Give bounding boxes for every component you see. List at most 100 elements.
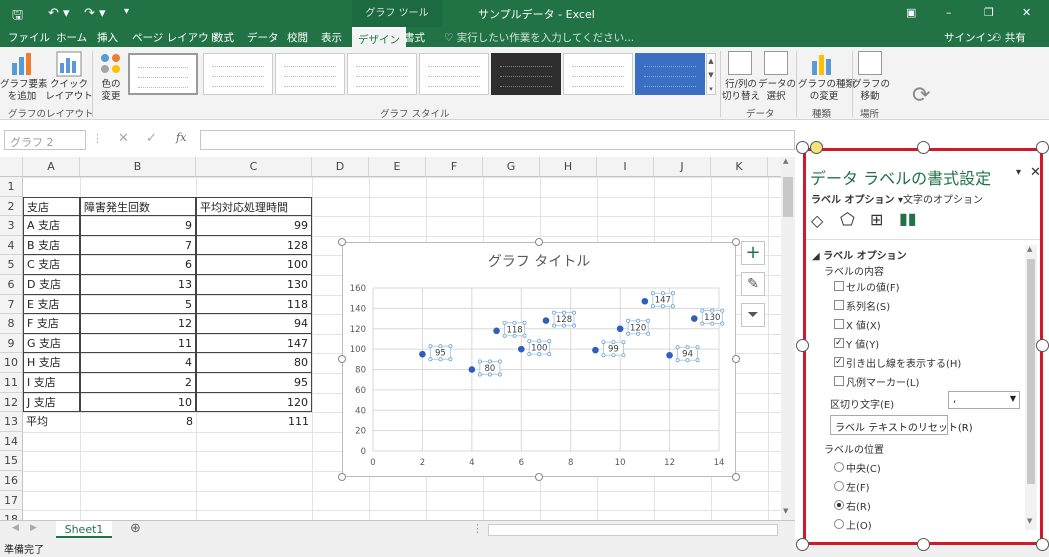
checkbox-label[interactable]: X 値(X) [846,317,881,332]
checkbox-label[interactable]: 系列名(S) [846,298,890,313]
radio-label[interactable]: 上(O) [846,517,872,532]
restore-button[interactable]: ❐ [984,6,994,19]
table-cell[interactable]: 120 [196,392,312,413]
share-button[interactable]: ⚇ 共有 [992,30,1026,45]
chart-style-5[interactable] [419,53,489,95]
chart-style-6[interactable] [491,53,561,95]
chart-resize-handle[interactable] [732,473,740,481]
row-header[interactable]: 10 [0,353,23,373]
chart-resize-handle[interactable] [535,238,543,246]
table-cell[interactable]: A 支店 [23,216,80,236]
size-properties-icon[interactable]: ⊞ [870,210,883,229]
tab-format[interactable]: 書式 [404,30,425,45]
table-cell[interactable]: 9 [80,216,196,236]
next-sheet-icon[interactable]: ▶ [30,523,37,533]
pane-options-icon[interactable]: ▾ [1016,167,1021,178]
radio-button[interactable] [834,462,844,472]
switch-row-column-button[interactable]: 行/列の 切り替え [720,79,762,103]
radio-button[interactable] [834,500,844,510]
column-header[interactable]: C [196,157,312,177]
row-header[interactable]: 9 [0,333,23,354]
table-cell[interactable]: J 支店 [23,392,80,413]
column-header[interactable] [768,157,781,177]
tab-home[interactable]: ホーム [56,30,87,45]
row-header[interactable]: 18 [0,510,23,520]
row-header[interactable]: 17 [0,490,23,511]
section-header[interactable]: ◢ ラベル オプション [812,247,907,262]
table-cell[interactable]: 147 [196,333,312,354]
add-sheet-icon[interactable]: ⊕ [130,521,141,536]
sheet-tab[interactable]: Sheet1 [56,521,112,538]
change-colors-button[interactable]: 色の 変更 [94,79,128,103]
table-cell[interactable]: 平均対応処理時間 [196,196,312,217]
checkbox-label[interactable]: 凡例マーカー(L) [846,374,919,389]
table-cell[interactable]: 平均 [23,412,80,432]
tab-view[interactable]: 表示 [321,30,342,45]
chart-style-2[interactable] [203,53,273,95]
row-header[interactable]: 2 [0,196,23,217]
row-header[interactable]: 4 [0,235,23,256]
scroll-thumb[interactable] [1027,259,1035,484]
radio-button[interactable] [834,481,844,491]
formula-input[interactable] [200,130,795,150]
chart-resize-handle[interactable] [338,473,346,481]
tab-page-layout[interactable]: ページ レイアウト [132,30,219,45]
table-cell[interactable]: 4 [80,353,196,373]
customize-qat-icon[interactable]: ▾ [124,6,129,17]
radio-label[interactable]: 中央(C) [846,460,881,475]
pane-resize-handle[interactable] [796,538,809,551]
table-cell[interactable]: 8 [80,412,196,432]
label-options-chart-icon[interactable]: ▮▮ [899,209,917,228]
close-button[interactable]: ✕ [1022,6,1031,19]
column-header[interactable]: D [312,157,369,177]
chart-resize-handle[interactable] [338,238,346,246]
add-chart-element-button[interactable]: グラフ要素 を追加 [0,79,48,103]
undo-icon[interactable]: ↶ ▾ [48,6,70,21]
table-cell[interactable]: 130 [196,275,312,295]
table-cell[interactable]: D 支店 [23,275,80,295]
table-cell[interactable]: I 支店 [23,373,80,393]
save-icon[interactable]: 🖫 [12,6,23,28]
signin-link[interactable]: サインイン [944,30,997,45]
rotate-handle-icon[interactable]: ⟳ [912,83,930,108]
table-cell[interactable]: 94 [196,314,312,334]
chart-filter-icon[interactable]: ⏷ [741,303,765,327]
separator-select[interactable]: , ▼ [948,391,1020,409]
table-cell[interactable]: E 支店 [23,294,80,315]
scroll-down-icon[interactable]: ▼ [783,507,793,519]
scroll-down-icon[interactable]: ▼ [1027,517,1032,525]
table-cell[interactable]: 障害発生回数 [80,196,196,217]
table-cell[interactable]: 111 [196,412,312,432]
tell-me-search[interactable]: ♡ 実行したい作業を入力してください... [444,30,634,45]
pane-resize-handle[interactable] [1036,339,1049,352]
enter-icon[interactable]: ✓ [146,131,157,146]
pane-resize-handle[interactable] [917,538,930,551]
row-header[interactable]: 7 [0,294,23,315]
tab-text-options[interactable]: 文字のオプション [903,191,983,206]
checkbox-label[interactable]: 引き出し線を表示する(H) [846,355,961,370]
checkbox[interactable] [834,319,844,329]
table-cell[interactable]: G 支店 [23,333,80,354]
close-icon[interactable]: ✕ [1030,165,1040,180]
row-header[interactable]: 13 [0,412,23,432]
chart-elements-plus-icon[interactable]: + [741,241,765,265]
table-cell[interactable]: F 支店 [23,314,80,334]
table-cell[interactable]: 6 [80,255,196,275]
scroll-up-icon[interactable]: ▲ [1027,245,1032,253]
column-header[interactable]: A [23,157,80,177]
chart-style-8[interactable] [635,53,705,95]
fill-line-icon[interactable]: ◇ [811,211,823,230]
column-header[interactable]: F [426,157,483,177]
column-header[interactable]: J [654,157,711,177]
tab-label-options[interactable]: ラベル オプション ▾ [811,191,903,206]
column-header[interactable]: K [711,157,768,177]
row-header[interactable]: 12 [0,392,23,413]
chart-style-3[interactable] [275,53,345,95]
pane-scrollbar[interactable]: ▲ ▼ [1025,245,1037,530]
table-cell[interactable]: 128 [196,235,312,256]
change-chart-type-button[interactable]: グラフの種類 の変更 [798,79,855,103]
radio-label[interactable]: 右(R) [846,498,871,513]
scroll-up-icon[interactable]: ▲ [783,157,793,169]
pane-resize-handle[interactable] [810,141,823,154]
vertical-scrollbar[interactable]: ▲ ▼ [781,157,795,520]
